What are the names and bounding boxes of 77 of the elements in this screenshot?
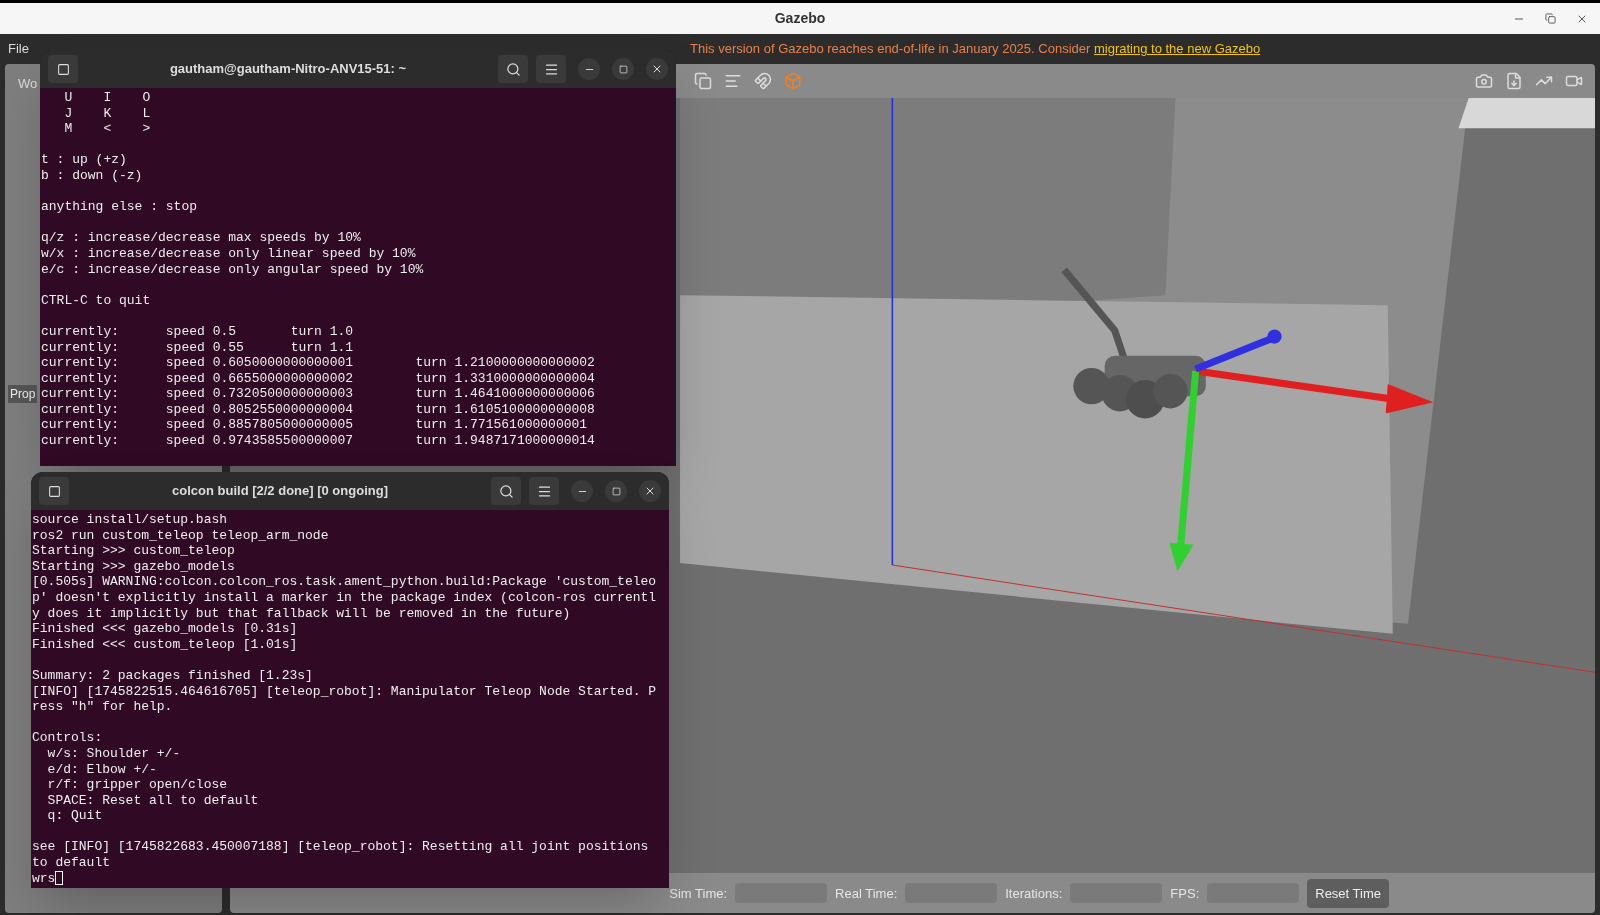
close-icon [644,485,656,497]
terminal-line: ress "h" for help. [32,699,173,715]
terminal-title: gautham@gautham-Nitro-ANV15-51: ~ [168,60,408,79]
terminal-line: anything else : stop [41,199,198,215]
menu-icon [543,61,559,77]
cursor-icon [55,871,64,886]
terminal-line: [INFO] [1745822515.464616705] [teleop_robot]: Manipulator Teleop Node Started. P [32,683,657,700]
terminal-line: y does it implicitly but that fallback will be removed in the future) [32,605,571,622]
search-icon [505,61,521,77]
menu-icon [536,483,552,499]
terminal-line: currently: speed 0.9743585500000007 turn 1.9487171000000014 [41,433,595,449]
terminal-line: w/x : increase/decrease only linear speed by 10% [41,245,416,262]
search-icon [498,483,514,499]
terminal-title: colcon build [2/2 done] [0 ongoing] [171,482,389,501]
menu-button[interactable] [529,477,559,505]
new-tab-icon [56,62,70,76]
terminal-line: to default [32,855,110,871]
eol-notice: This version of Gazebo reaches end-of-life in January 2025. Consider migrating to the new Gazebo [690,40,1261,59]
terminal-line: Controls: [32,730,103,746]
magnet-icon[interactable] [754,72,772,90]
new-tab-button[interactable] [48,55,78,83]
terminal-line: Finished <<< custom_teleop [1.01s] [32,636,298,653]
terminal-line: currently: speed 0.6655000000000002 turn 1.3310000000000004 [41,370,595,387]
terminal-line: currently: speed 0.55 turn 1.1 [41,339,354,356]
terminal-line: Finished <<< gazebo_models [0.31s] [32,621,298,637]
properties-tab[interactable]: Prop [8,385,38,404]
maximize-icon [611,486,621,496]
terminal-line: r/f: gripper open/close [46,777,228,793]
terminal-line: w/s: Shoulder +/- [46,745,181,762]
search-button[interactable] [491,477,521,505]
field-label: FPS: [1170,884,1200,903]
terminal-line: CTRL-C to quit [41,292,151,309]
terminal-line: currently: speed 0.7320500000000003 turn 1.4641000000000006 [41,386,595,402]
maximize-button[interactable] [612,58,634,80]
copy-icon[interactable] [694,72,712,90]
reset-time-button[interactable]: Reset Time [1307,878,1389,909]
terminal-line: ros2 run custom_teleop teleop_arm_node [32,527,329,544]
terminal-line: U I O [63,90,151,106]
terminal-line: M < > [63,121,151,137]
menu-item[interactable]: File [8,39,29,59]
terminal-line: J K L [63,105,151,122]
terminal-line: currently: speed 0.5 turn 1.0 [41,323,354,340]
migration-link[interactable]: migrating to the new Gazebo [1093,41,1261,57]
terminal-line: Starting >>> gazebo_models [32,558,235,575]
restore-icon[interactable] [1545,12,1556,24]
terminal-line: SPACE: Reset all to default [46,792,259,809]
terminal-line: e/d: Elbow +/- [46,761,157,778]
window-title: Gazebo [774,9,826,28]
terminal-line: q: Quit [46,808,103,824]
terminal-line: see [INFO] [1745822683.450007188] [teleop_robot]: Resetting all joint positions [32,839,649,856]
terminal-line: [0.505s] WARNING:colcon.colcon_ros.task.ament_python.build:Package 'custom_teleo [32,574,657,590]
new-tab-icon [47,484,61,498]
field-label: Real Time: [835,884,898,903]
terminal-line: currently: speed 0.8857805000000005 turn 1.771561000000001 [41,417,588,434]
new-tab-button[interactable] [39,477,69,505]
maximize-icon [618,64,628,74]
terminal-line: q/z : increase/decrease max speeds by 10% [41,230,361,246]
terminal-line: b : down (-z) [41,167,143,184]
terminal-line: wrs [32,870,56,887]
align-icon[interactable] [724,72,742,90]
search-button[interactable] [498,55,528,83]
menu-button[interactable] [536,55,566,83]
terminal-line: currently: speed 0.8052550000000004 turn 1.6105100000000008 [41,401,595,418]
camera-icon[interactable] [1475,72,1493,90]
field-label: Iterations: [1005,884,1063,903]
terminal-line: t : up (+z) [41,152,127,168]
close-button[interactable] [646,58,668,80]
field-label: Sim Time: [669,884,728,903]
close-button[interactable] [639,480,661,502]
terminal-line: Starting >>> custom_teleop [32,543,235,559]
terminal-line: Summary: 2 packages finished [1.23s] [32,667,313,684]
close-icon [651,63,663,75]
terminal-line: source install/setup.bash [32,512,228,528]
terminal-line: currently: speed 0.6050000000000001 turn 1.2100000000000002 [41,355,595,371]
terminal-line: p' doesn't explicitly install a marker in the package index (colcon-ros currentl [32,589,657,606]
maximize-button[interactable] [605,480,627,502]
terminal-line: e/c : increase/decrease only angular speed by 10% [41,261,424,278]
